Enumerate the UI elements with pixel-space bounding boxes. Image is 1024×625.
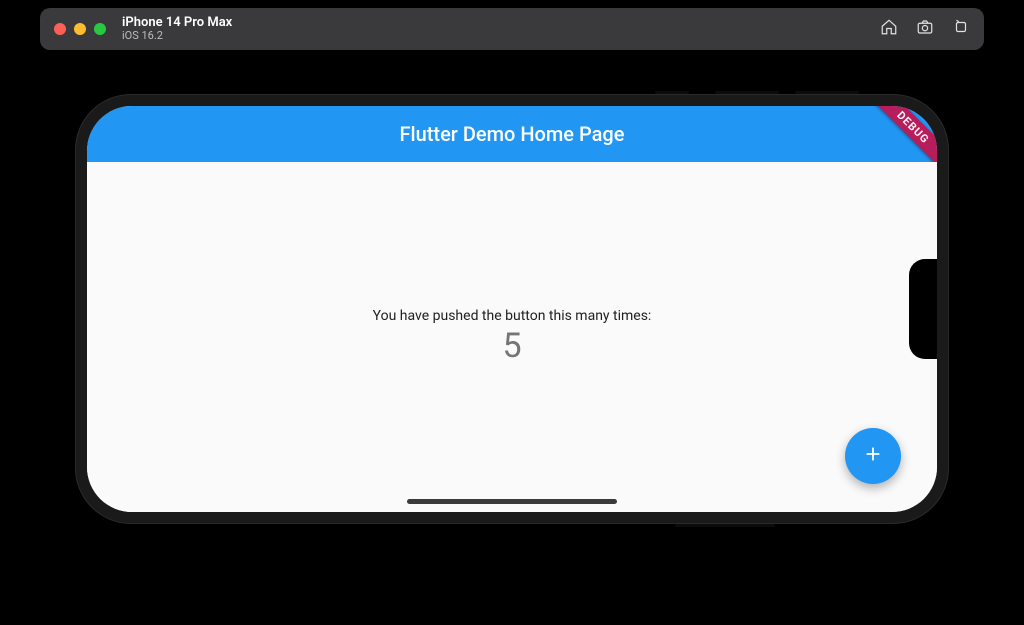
minimize-window-button[interactable] [74, 23, 86, 35]
zoom-window-button[interactable] [94, 23, 106, 35]
home-indicator[interactable] [407, 499, 617, 504]
side-button [655, 91, 689, 94]
side-button [795, 91, 859, 94]
plus-icon [862, 443, 884, 469]
increment-fab[interactable] [845, 428, 901, 484]
counter-value: 5 [502, 326, 521, 366]
screenshot-icon[interactable] [916, 18, 934, 40]
device-name: iPhone 14 Pro Max [122, 16, 232, 30]
app-body: You have pushed the button this many tim… [87, 162, 937, 512]
counter-label: You have pushed the button this many tim… [373, 308, 652, 324]
window-controls [54, 23, 106, 35]
close-window-button[interactable] [54, 23, 66, 35]
app-bar-title: Flutter Demo Home Page [400, 122, 625, 146]
device-screen: Flutter Demo Home Page DEBUG You have pu… [87, 106, 937, 512]
side-button [715, 91, 779, 94]
app-bar: Flutter Demo Home Page [87, 106, 937, 162]
titlebar-actions [880, 18, 970, 40]
os-version: iOS 16.2 [122, 30, 232, 42]
simulator-titlebar: iPhone 14 Pro Max iOS 16.2 [40, 8, 984, 50]
titlebar-text: iPhone 14 Pro Max iOS 16.2 [122, 16, 232, 42]
rotate-icon[interactable] [952, 18, 970, 40]
home-icon[interactable] [880, 18, 898, 40]
device-frame: Flutter Demo Home Page DEBUG You have pu… [75, 94, 949, 524]
dynamic-island [909, 259, 937, 359]
side-button [675, 524, 775, 527]
